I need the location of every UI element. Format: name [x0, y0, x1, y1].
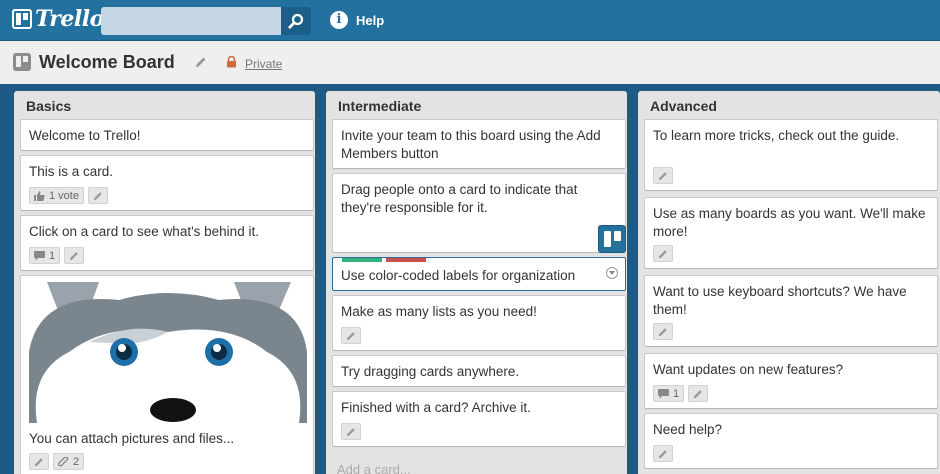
attachment-badge[interactable]: 2	[53, 453, 85, 470]
pencil-icon	[93, 191, 102, 200]
pencil-icon	[34, 457, 43, 466]
pencil-icon	[658, 171, 667, 180]
trello-logo-icon	[12, 9, 32, 29]
search-button[interactable]	[281, 7, 311, 35]
card-title: Need help?	[653, 422, 723, 437]
card-title: Click on a card to see what's behind it.	[29, 224, 259, 239]
edit-badge[interactable]	[29, 453, 49, 470]
privacy-link[interactable]: Private	[245, 57, 282, 71]
comment-badge[interactable]: 1	[29, 247, 61, 264]
card-need-help[interactable]: Need help?	[644, 413, 938, 469]
card-many-boards[interactable]: Use as many boards as you want. We'll ma…	[644, 197, 938, 269]
card-title: Drag people onto a card to indicate that…	[341, 182, 578, 215]
card-title: Want updates on new features?	[653, 362, 844, 377]
board-title[interactable]: Welcome Board	[39, 52, 175, 73]
help-link[interactable]: i Help	[330, 11, 384, 29]
edit-badge[interactable]	[653, 445, 673, 462]
card-title: Finished with a card? Archive it.	[341, 400, 531, 415]
edit-badge[interactable]	[341, 327, 361, 344]
edit-badge[interactable]	[653, 167, 673, 184]
card-color-labels[interactable]: Use color-coded labels for organization	[332, 257, 626, 291]
card-drag-people[interactable]: Drag people onto a card to indicate that…	[332, 173, 626, 253]
husky-mascot-image	[29, 282, 307, 423]
card-this-is-a-card[interactable]: This is a card. 1 vote	[20, 155, 314, 211]
comment-icon	[658, 388, 669, 398]
pencil-icon	[658, 249, 667, 258]
card-title: You can attach pictures and files...	[29, 431, 235, 446]
comment-badge[interactable]: 1	[653, 385, 685, 402]
card-title: Try dragging cards anywhere.	[341, 364, 520, 379]
add-card-link[interactable]: Add a card...	[337, 462, 411, 474]
pencil-icon[interactable]	[195, 56, 207, 68]
trello-logo[interactable]: Trello	[12, 8, 104, 30]
edit-badge[interactable]	[653, 323, 673, 340]
edit-badge[interactable]	[688, 385, 709, 402]
card-title: Invite your team to this board using the…	[341, 128, 601, 161]
board-icon	[13, 53, 31, 71]
label-green	[342, 258, 382, 262]
help-label: Help	[356, 12, 385, 28]
vote-badge[interactable]: 1 vote	[29, 187, 84, 204]
card-title: To learn more tricks, check out the guid…	[653, 128, 900, 143]
card-menu-button[interactable]	[606, 267, 618, 279]
chevron-down-icon	[609, 271, 615, 275]
card-title: This is a card.	[29, 164, 114, 179]
edit-badge[interactable]	[341, 423, 361, 440]
card-archive[interactable]: Finished with a card? Archive it.	[332, 391, 626, 447]
card-title: Welcome to Trello!	[29, 128, 141, 143]
edit-badge[interactable]	[653, 245, 673, 262]
card-invite-team[interactable]: Invite your team to this board using the…	[332, 119, 626, 169]
edit-badge[interactable]	[64, 247, 85, 264]
pencil-icon	[346, 427, 355, 436]
card-title: Use as many boards as you want. We'll ma…	[653, 206, 926, 239]
card-title: Want to use keyboard shortcuts? We have …	[653, 284, 907, 317]
card-many-lists[interactable]: Make as many lists as you need!	[332, 295, 626, 351]
lock-icon	[227, 56, 236, 68]
logo-text: Trello	[35, 6, 104, 32]
comment-icon	[34, 250, 45, 260]
thumbs-up-icon	[34, 190, 45, 201]
card-try-dragging[interactable]: Try dragging cards anywhere.	[332, 355, 626, 387]
card-learn-tricks[interactable]: To learn more tricks, check out the guid…	[644, 119, 938, 191]
paperclip-icon	[58, 456, 69, 467]
card-click-on-card[interactable]: Click on a card to see what's behind it.…	[20, 215, 314, 271]
label-red	[386, 258, 426, 262]
pencil-icon	[346, 331, 355, 340]
pencil-icon	[658, 449, 667, 458]
top-header: Trello i Help	[0, 0, 940, 41]
info-icon: i	[330, 11, 348, 29]
card-updates[interactable]: Want updates on new features? 1	[644, 353, 938, 409]
pencil-icon	[693, 389, 702, 398]
member-avatar-icon[interactable]	[598, 225, 626, 253]
card-welcome[interactable]: Welcome to Trello!	[20, 119, 314, 151]
search-input[interactable]	[101, 7, 281, 35]
card-title: Make as many lists as you need!	[341, 304, 537, 319]
list-title: Basics	[26, 98, 72, 114]
pencil-icon	[69, 251, 78, 260]
pencil-icon	[658, 327, 667, 336]
search-icon	[288, 13, 304, 29]
list-title: Advanced	[650, 98, 717, 114]
edit-badge[interactable]	[87, 187, 108, 204]
card-title: Use color-coded labels for organization	[341, 268, 576, 283]
card-attach-pictures[interactable]: You can attach pictures and files... 2	[20, 275, 314, 474]
list-title: Intermediate	[338, 98, 422, 114]
card-keyboard-shortcuts[interactable]: Want to use keyboard shortcuts? We have …	[644, 275, 938, 347]
board-header: Welcome Board Private	[0, 41, 940, 84]
